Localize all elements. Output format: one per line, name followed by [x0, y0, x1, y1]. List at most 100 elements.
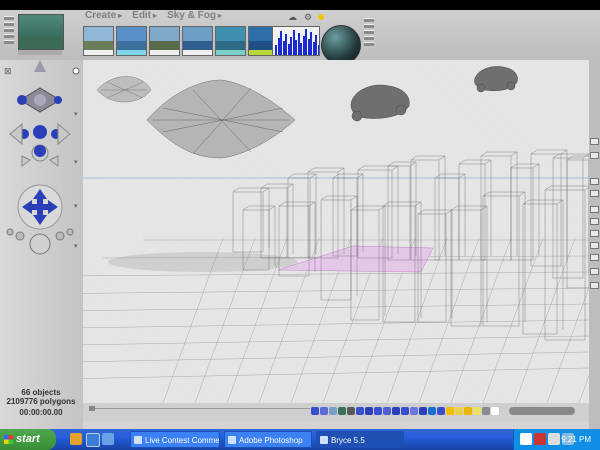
primitive-object-icon[interactable]: [320, 407, 328, 415]
primitive-object-icon[interactable]: [455, 407, 463, 415]
sky-preset-2[interactable]: [116, 26, 147, 56]
primitive-object-icon[interactable]: [464, 407, 472, 415]
tool-strip-button[interactable]: [590, 282, 599, 289]
task-bryce[interactable]: Bryce 5.5: [316, 431, 404, 448]
zoom-controls[interactable]: [6, 228, 74, 255]
primitive-object-icon[interactable]: [473, 407, 481, 415]
tool-strip-button[interactable]: [590, 206, 599, 213]
building-edge: [387, 161, 395, 167]
building-box: [482, 195, 520, 327]
timeline-track[interactable]: [95, 408, 310, 409]
dropdown-arrow-icon: ▾: [74, 243, 78, 250]
fog-haze-control[interactable]: [272, 26, 320, 56]
building-edge: [309, 173, 317, 179]
building-edge: [262, 187, 270, 193]
camera-cross-control[interactable]: [9, 122, 71, 167]
tool-strip-button[interactable]: [590, 242, 599, 249]
task-live-contest[interactable]: Live Contest Commen...: [130, 431, 220, 448]
tool-strip-button[interactable]: [590, 190, 599, 197]
sky-preset-3[interactable]: [149, 26, 180, 56]
building-wireframes: [232, 149, 589, 341]
grid-line: [83, 287, 589, 294]
primitive-object-icon[interactable]: [428, 407, 436, 415]
building-edge: [480, 205, 488, 211]
tray-icon-3[interactable]: [548, 433, 560, 445]
building-box: [552, 157, 584, 279]
tool-strip-button[interactable]: [590, 218, 599, 225]
grid-line: [482, 237, 544, 403]
primitive-object-icon[interactable]: [410, 407, 418, 415]
tray-icon-2[interactable]: [534, 433, 546, 445]
primitive-object-icon[interactable]: [482, 407, 490, 415]
menu-sky-fog-arrow-icon: ▸: [217, 11, 222, 20]
sky-preset-4[interactable]: [182, 26, 213, 56]
primitive-object-icon[interactable]: [365, 407, 373, 415]
right-grip-handle[interactable]: [364, 16, 374, 48]
primitive-object-icon[interactable]: [392, 407, 400, 415]
primitive-object-icon[interactable]: [338, 407, 346, 415]
grid-line: [83, 319, 589, 329]
tool-strip-button[interactable]: [590, 268, 599, 275]
primitive-object-icon[interactable]: [374, 407, 382, 415]
sky-preset-1[interactable]: [83, 26, 114, 56]
palette-menu-bar: Create ▸ Edit ▸ Sky & Fog ▸: [85, 10, 222, 24]
menu-edit-arrow-icon: ▸: [153, 11, 158, 20]
building-edge: [518, 191, 526, 197]
tool-strip-button[interactable]: [590, 254, 599, 261]
building-edge: [458, 159, 466, 165]
scene-viewport[interactable]: [83, 60, 589, 403]
task-adobe-photoshop[interactable]: Adobe Photoshop: [224, 431, 312, 448]
menu-sky-fog[interactable]: Sky & Fog ▸: [167, 10, 222, 24]
view-selector-icon[interactable]: [17, 60, 62, 113]
building-box: [434, 177, 460, 261]
building-edge: [232, 187, 240, 193]
primitive-object-icon[interactable]: [383, 407, 391, 415]
tool-strip-button[interactable]: [590, 230, 599, 237]
tray-icon-1[interactable]: [520, 433, 532, 445]
primitive-object-icon[interactable]: [329, 407, 337, 415]
camera-control-panel: ⊠ ▾ ▾ ▾ ▾ 66 objects 2109776 polygons 00…: [0, 60, 83, 429]
primitive-object-icon[interactable]: [419, 407, 427, 415]
option-dot-icon: [72, 67, 80, 75]
tool-strip-button[interactable]: [590, 152, 599, 159]
primitive-object-icon[interactable]: [401, 407, 409, 415]
primitive-object-icon[interactable]: [311, 407, 319, 415]
camera-trackball[interactable]: [17, 184, 63, 230]
menu-create[interactable]: Create ▸: [85, 10, 122, 24]
grid-line: [83, 367, 589, 379]
cloud-icon[interactable]: ☁: [288, 12, 297, 23]
building-edge: [556, 199, 564, 205]
polygon-count: 2109776 polygons: [6, 397, 76, 406]
object-count: 66 objects: [21, 388, 61, 397]
building-edge: [268, 205, 276, 211]
sun-moon-trackball[interactable]: [321, 25, 361, 65]
building-box: [566, 159, 589, 289]
primitive-object-icon[interactable]: [437, 407, 445, 415]
start-button[interactable]: start: [0, 429, 56, 450]
tool-strip-button[interactable]: [590, 138, 599, 145]
building-box: [387, 165, 411, 261]
menu-edit[interactable]: Edit ▸: [132, 10, 157, 24]
tool-strip-button[interactable]: [590, 178, 599, 185]
primitive-object-icon[interactable]: [347, 407, 355, 415]
playback-controls[interactable]: [509, 407, 575, 415]
primitive-object-icon[interactable]: [356, 407, 364, 415]
building-edge: [510, 163, 518, 169]
quicklaunch-icon-1[interactable]: [70, 433, 82, 445]
building-edge: [482, 191, 490, 197]
camera-controls-graphic: ⊠ ▾ ▾ ▾ ▾: [4, 60, 80, 255]
primitive-object-icon[interactable]: [491, 407, 499, 415]
building-box: [530, 153, 562, 267]
left-grip-handle[interactable]: [4, 14, 14, 46]
wrench-icon[interactable]: ⚙: [304, 12, 312, 23]
quicklaunch-icon-3[interactable]: [102, 433, 114, 445]
building-edge: [480, 151, 488, 157]
building-edge: [320, 195, 328, 201]
sky-preset-5[interactable]: [215, 26, 246, 56]
quicklaunch-icon-2[interactable]: [86, 433, 100, 447]
sun-icon[interactable]: [318, 14, 324, 20]
building-edge: [357, 165, 365, 171]
primitive-object-icon[interactable]: [446, 407, 454, 415]
right-tool-strip: [589, 60, 600, 429]
scene-preview-thumbnail[interactable]: [18, 14, 64, 50]
